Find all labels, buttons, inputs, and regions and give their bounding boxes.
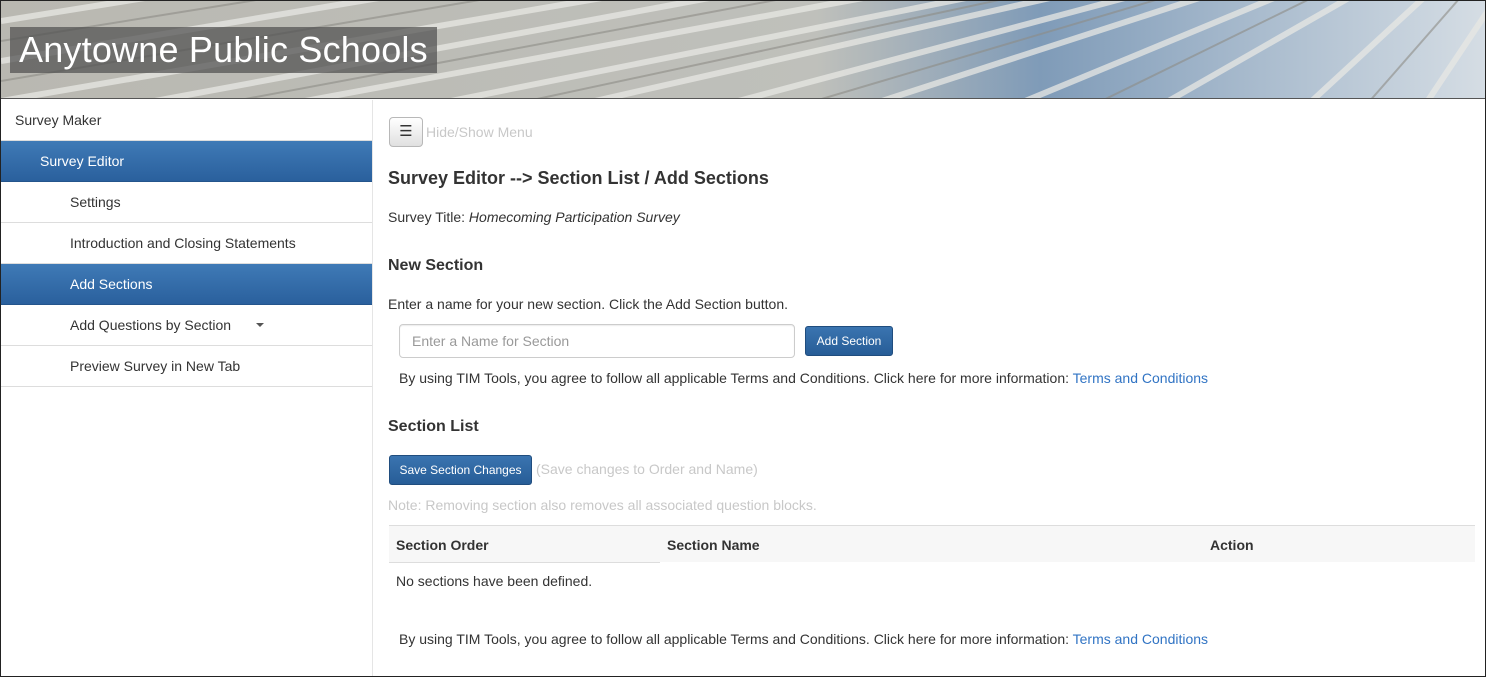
column-header-section-name: Section Name [667, 537, 760, 553]
terms-notice-footer: By using TIM Tools, you agree to follow … [399, 631, 1208, 647]
section-table-header: Section Order Section Name Action [389, 525, 1475, 562]
sidebar-item-intro-closing[interactable]: Introduction and Closing Statements [1, 223, 372, 264]
sidebar-item-label: Add Sections [70, 276, 153, 292]
save-section-changes-button[interactable]: Save Section Changes [389, 455, 532, 485]
sidebar-item-add-questions[interactable]: Add Questions by Section [1, 305, 372, 346]
remove-section-note: Note: Removing section also removes all … [388, 497, 817, 513]
terms-text: By using TIM Tools, you agree to follow … [399, 370, 1069, 386]
section-name-input[interactable] [399, 324, 795, 358]
hamburger-icon: ☰ [399, 123, 413, 140]
survey-title: Survey Title: Homecoming Participation S… [388, 209, 680, 225]
add-section-button[interactable]: Add Section [805, 326, 893, 356]
site-title: Anytowne Public Schools [10, 27, 437, 73]
sidebar-item-label: Settings [70, 194, 121, 210]
caret-down-icon[interactable] [256, 323, 264, 327]
main-content: ☰ Hide/Show Menu Survey Editor --> Secti… [388, 100, 1478, 676]
menu-toggle-hint: Hide/Show Menu [426, 124, 533, 140]
survey-title-label: Survey Title: [388, 209, 466, 225]
terms-text: By using TIM Tools, you agree to follow … [399, 631, 1069, 647]
sidebar-item-label: Add Questions by Section [70, 317, 232, 333]
terms-link[interactable]: Terms and Conditions [1073, 370, 1208, 386]
table-divider [389, 562, 660, 563]
sidebar-item-label: Survey Maker [15, 112, 102, 128]
new-section-instructions: Enter a name for your new section. Click… [388, 296, 788, 312]
header-banner: Anytowne Public Schools [1, 1, 1485, 99]
column-header-action: Action [1210, 537, 1254, 553]
sidebar-nav: Survey Maker Survey Editor Settings Intr… [1, 100, 373, 676]
save-changes-hint: (Save changes to Order and Name) [536, 461, 758, 477]
column-header-section-order: Section Order [396, 537, 489, 553]
sidebar-item-preview-survey[interactable]: Preview Survey in New Tab [1, 346, 372, 387]
sidebar-item-survey-maker[interactable]: Survey Maker [1, 100, 372, 141]
menu-toggle-button[interactable]: ☰ [389, 117, 423, 147]
sidebar-item-add-sections[interactable]: Add Sections [1, 264, 372, 305]
sidebar-item-survey-editor[interactable]: Survey Editor [1, 141, 372, 182]
sidebar-item-label: Preview Survey in New Tab [70, 358, 241, 374]
app-window: Anytowne Public Schools Survey Maker Sur… [0, 0, 1486, 677]
terms-notice: By using TIM Tools, you agree to follow … [399, 370, 1208, 386]
section-table: Section Order Section Name Action No sec… [389, 525, 1475, 589]
sidebar-item-label: Survey Editor [40, 153, 125, 169]
survey-title-value: Homecoming Participation Survey [468, 209, 680, 225]
sidebar-item-settings[interactable]: Settings [1, 182, 372, 223]
new-section-heading: New Section [388, 257, 484, 274]
terms-link[interactable]: Terms and Conditions [1073, 631, 1208, 647]
sidebar-item-label: Introduction and Closing Statements [70, 235, 296, 251]
table-empty-message: No sections have been defined. [396, 573, 593, 589]
section-list-heading: Section List [388, 418, 479, 435]
page-title: Survey Editor --> Section List / Add Sec… [388, 168, 769, 188]
